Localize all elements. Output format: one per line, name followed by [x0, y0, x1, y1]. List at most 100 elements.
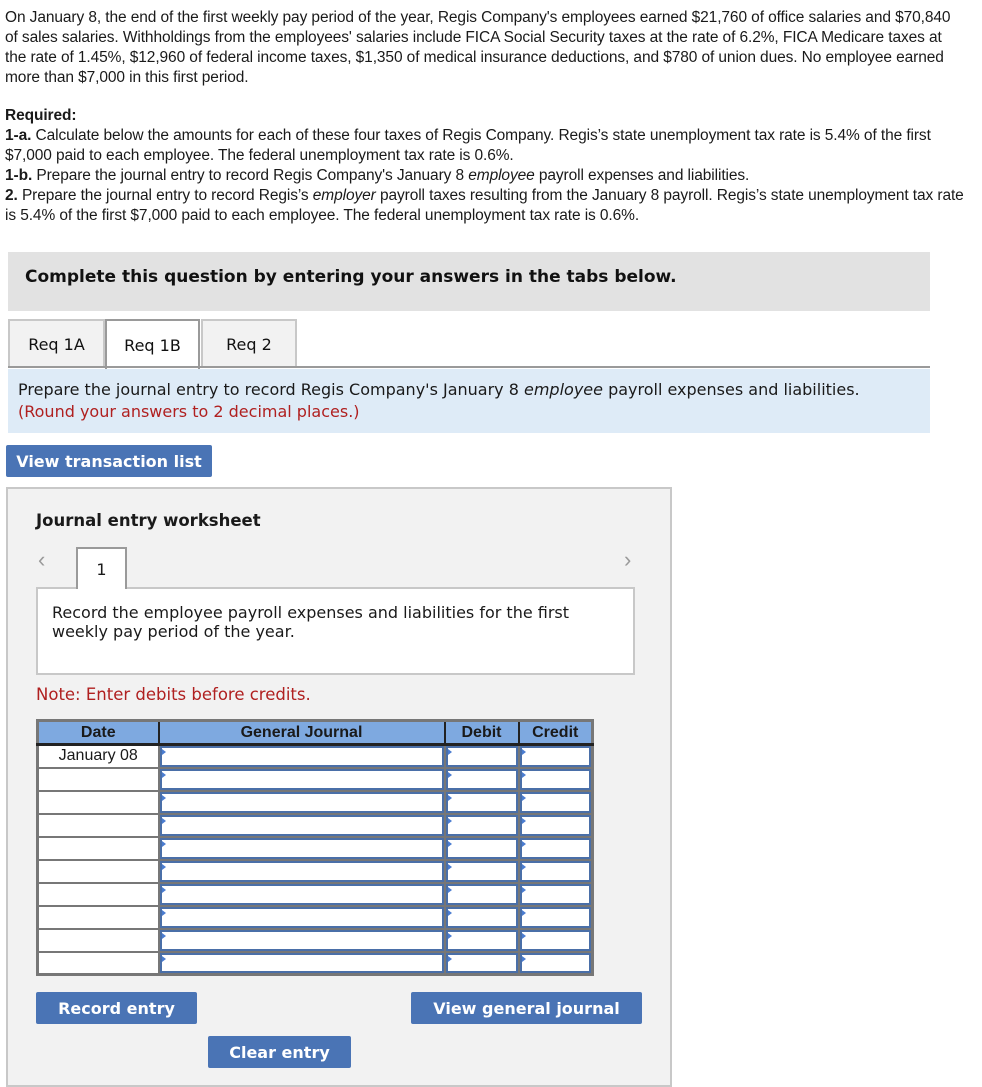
- credit-input[interactable]: [519, 906, 591, 928]
- debit-cell: [443, 858, 520, 884]
- problem-statement: On January 8, the end of the first weekl…: [5, 8, 965, 226]
- header-credit: Credit: [518, 720, 593, 746]
- date-cell[interactable]: [36, 858, 160, 884]
- required-heading: Required:: [5, 107, 77, 124]
- date-cell[interactable]: [36, 835, 160, 861]
- view-transaction-list-button[interactable]: View transaction list: [6, 445, 212, 477]
- debit-cell: [443, 950, 520, 976]
- journal-row: [36, 835, 594, 861]
- journal-row: January 08: [36, 743, 594, 769]
- debit-input[interactable]: [445, 952, 518, 973]
- header-date: Date: [37, 720, 160, 746]
- credit-input[interactable]: [519, 746, 591, 767]
- requirement-1b: 1-b. Prepare the journal entry to record…: [5, 167, 750, 184]
- debit-input[interactable]: [445, 860, 518, 882]
- credit-input[interactable]: [519, 952, 591, 973]
- account-cell: [157, 950, 446, 976]
- date-cell[interactable]: [36, 950, 160, 976]
- debit-cell: [443, 904, 520, 930]
- record-entry-button[interactable]: Record entry: [36, 992, 197, 1024]
- rounding-hint: (Round your answers to 2 decimal places.…: [18, 402, 360, 421]
- chevron-right-icon[interactable]: ›: [624, 547, 631, 573]
- account-cell: [157, 789, 446, 815]
- tab-req-1b[interactable]: Req 1B: [105, 319, 200, 369]
- journal-row: [36, 881, 594, 907]
- credit-input[interactable]: [519, 814, 591, 836]
- journal-header-row: Date General Journal Debit Credit: [37, 720, 593, 746]
- instructions-banner: Complete this question by entering your …: [8, 252, 930, 311]
- date-cell[interactable]: [36, 927, 160, 953]
- date-cell[interactable]: [36, 881, 160, 907]
- requirement-1a: 1-a. Calculate below the amounts for eac…: [5, 127, 931, 164]
- debit-cell: [443, 927, 520, 953]
- journal-row: [36, 950, 594, 976]
- credit-input[interactable]: [519, 883, 591, 905]
- account-input[interactable]: [159, 883, 444, 905]
- debit-cell: [443, 766, 520, 792]
- requirement-tabs: Req 1A Req 1B Req 2: [8, 319, 930, 369]
- debit-input[interactable]: [445, 883, 518, 905]
- credit-cell: [517, 904, 594, 930]
- date-cell[interactable]: [36, 789, 160, 815]
- tab-req-1a[interactable]: Req 1A: [8, 319, 105, 368]
- tab-instruction: Prepare the journal entry to record Regi…: [8, 369, 930, 433]
- tab-req-2[interactable]: Req 2: [201, 319, 297, 368]
- account-input[interactable]: [159, 837, 444, 859]
- date-cell[interactable]: [36, 812, 160, 838]
- journal-row: [36, 766, 594, 792]
- credit-input[interactable]: [519, 860, 591, 882]
- account-input[interactable]: [159, 791, 444, 813]
- header-general-journal: General Journal: [158, 720, 446, 746]
- account-cell: [157, 812, 446, 838]
- credit-cell: [517, 950, 594, 976]
- credit-cell: [517, 927, 594, 953]
- chevron-left-icon[interactable]: ‹: [38, 547, 45, 573]
- banner-text: Complete this question by entering your …: [25, 267, 677, 287]
- credit-input[interactable]: [519, 837, 591, 859]
- journal-table: Date General Journal Debit Credit Januar…: [36, 719, 594, 976]
- journal-row: [36, 789, 594, 815]
- debit-input[interactable]: [445, 929, 518, 951]
- account-cell: [157, 881, 446, 907]
- account-input[interactable]: [159, 952, 444, 973]
- view-general-journal-button[interactable]: View general journal: [411, 992, 642, 1024]
- journal-row: [36, 858, 594, 884]
- debit-input[interactable]: [445, 791, 518, 813]
- journal-entry-worksheet: Journal entry worksheet ‹ › 1 Record the…: [6, 487, 672, 1087]
- entry-tab-1[interactable]: 1: [76, 547, 127, 589]
- debit-input[interactable]: [445, 906, 518, 928]
- debit-input[interactable]: [445, 837, 518, 859]
- account-cell: [157, 766, 446, 792]
- journal-row: [36, 904, 594, 930]
- debit-input[interactable]: [445, 746, 518, 767]
- credit-input[interactable]: [519, 929, 591, 951]
- date-cell[interactable]: [36, 904, 160, 930]
- account-input[interactable]: [159, 814, 444, 836]
- credit-cell: [517, 858, 594, 884]
- account-input[interactable]: [159, 906, 444, 928]
- debits-note: Note: Enter debits before credits.: [36, 685, 311, 704]
- account-input[interactable]: [159, 746, 444, 767]
- credit-cell: [517, 766, 594, 792]
- credit-input[interactable]: [519, 768, 591, 790]
- clear-entry-button[interactable]: Clear entry: [208, 1036, 351, 1068]
- account-input[interactable]: [159, 768, 444, 790]
- debit-input[interactable]: [445, 814, 518, 836]
- debit-cell: [443, 789, 520, 815]
- debit-input[interactable]: [445, 768, 518, 790]
- requirement-2: 2. Prepare the journal entry to record R…: [5, 187, 964, 224]
- credit-cell: [517, 743, 594, 769]
- account-cell: [157, 904, 446, 930]
- journal-row: [36, 927, 594, 953]
- credit-input[interactable]: [519, 791, 591, 813]
- credit-cell: [517, 812, 594, 838]
- credit-cell: [517, 789, 594, 815]
- credit-cell: [517, 881, 594, 907]
- date-cell[interactable]: [36, 766, 160, 792]
- account-input[interactable]: [159, 929, 444, 951]
- account-input[interactable]: [159, 860, 444, 882]
- worksheet-title: Journal entry worksheet: [36, 511, 261, 530]
- tab-underline: [8, 366, 930, 368]
- credit-cell: [517, 835, 594, 861]
- debit-cell: [443, 743, 520, 769]
